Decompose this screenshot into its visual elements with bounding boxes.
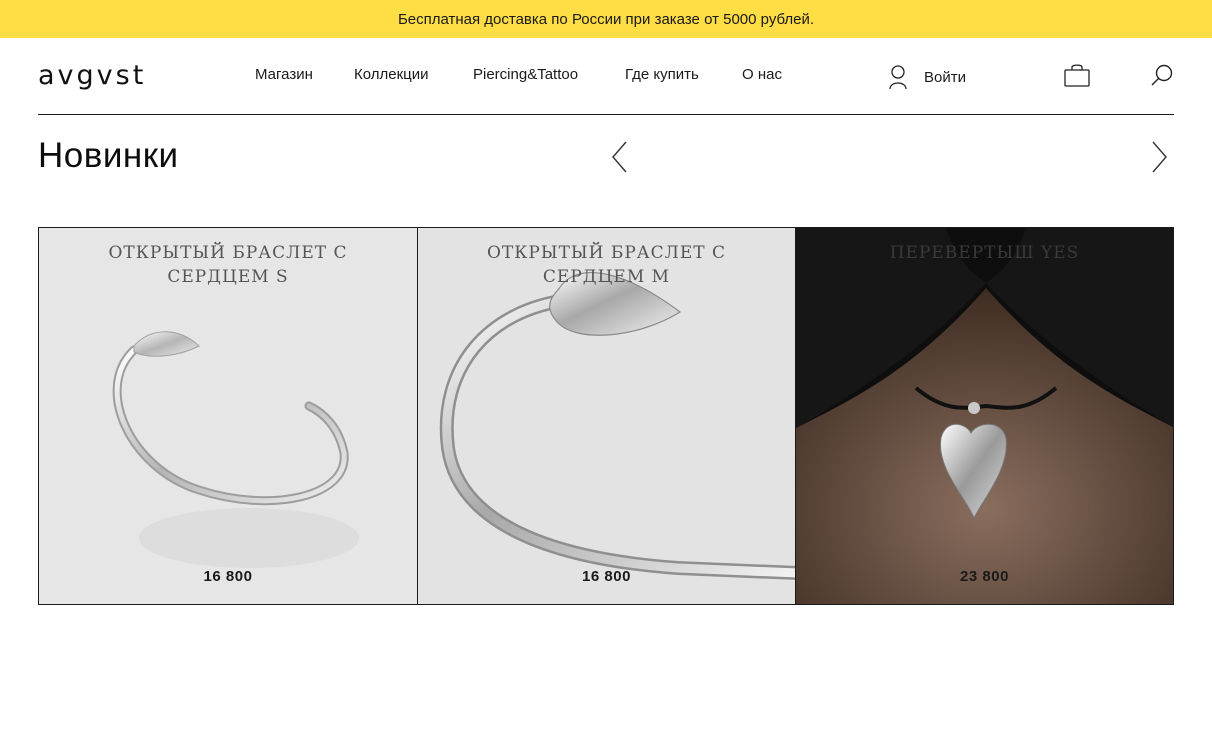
nav-item-shop[interactable]: Магазин [255,66,313,83]
section-title: Новинки [38,136,179,175]
login-button[interactable]: Войти [888,64,966,90]
product-price: 23 800 [960,568,1009,585]
carousel-prev-button[interactable] [608,140,632,179]
promo-banner: Бесплатная доставка по России при заказе… [0,0,1212,38]
chevron-right-icon [1152,141,1167,173]
product-title: Открытый браслет с сердцем M [486,243,727,287]
carousel-next-button[interactable] [1148,140,1172,179]
search-icon [1151,64,1173,86]
login-label: Войти [924,68,966,86]
pendant-on-neck-image [796,228,1173,604]
search-button[interactable] [1150,64,1174,93]
product-title: Перевертыш Yes [889,243,1080,263]
promo-text: Бесплатная доставка по России при заказе… [397,10,815,28]
product-card[interactable]: Открытый браслет с сердцем M 16 800 [417,228,795,604]
nav-item-piercing-tattoo[interactable]: Piercing&Tattoo [473,66,578,83]
product-carousel: Открытый браслет с сердцем S 16 800 Откр… [38,227,1174,605]
logo[interactable]: avgvst [38,61,146,91]
product-card[interactable]: Перевертыш Yes 23 800 [795,228,1173,604]
product-price: 16 800 [582,568,631,585]
site-header: avgvst Магазин Коллекции Piercing&Tattoo… [38,38,1174,115]
chevron-left-icon [612,141,627,173]
product-card[interactable]: Открытый браслет с сердцем S 16 800 [39,228,417,604]
shopping-bag-icon [1064,64,1090,87]
user-icon [889,65,907,90]
product-title: Открытый браслет с сердцем S [108,243,348,287]
nav-item-where-to-buy[interactable]: Где купить [625,66,699,83]
cart-button[interactable] [1064,63,1090,92]
nav-item-collections[interactable]: Коллекции [354,66,429,83]
product-price: 16 800 [203,568,253,585]
nav-item-about[interactable]: О нас [742,66,782,83]
